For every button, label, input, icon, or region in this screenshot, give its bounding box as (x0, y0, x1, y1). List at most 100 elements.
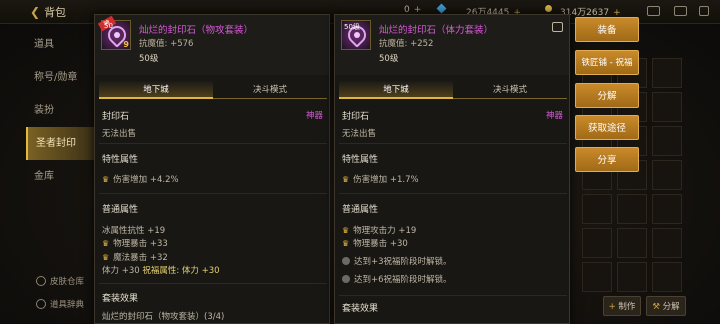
settings-icon[interactable] (699, 6, 709, 16)
item-tooltip-left: 50 神 9 灿烂的封印石（物攻套装） 抗魔值: +576 50级 地下城 决斗… (94, 14, 330, 324)
nav-item-props[interactable]: 道具 (26, 28, 96, 61)
mode-tabs: 地下城 决斗模式 (339, 81, 567, 99)
item-grade: 神器 (545, 111, 563, 121)
divider (339, 143, 567, 144)
item-stat: 抗魔值: +576 (139, 39, 194, 49)
inventory-slot[interactable] (652, 228, 682, 258)
nav-item-costume[interactable]: 装扮 (26, 94, 96, 127)
inventory-slot[interactable] (582, 194, 612, 224)
common-stat: ♛ 物理暴击 +33 (102, 237, 168, 249)
special-stat: ♛ 伤害增加 +4.2% (102, 173, 179, 185)
inventory-slot[interactable] (652, 194, 682, 224)
locked-stat-text: 达到+3祝福阶段时解锁。 (354, 257, 452, 267)
common-title: 普通属性 (342, 205, 379, 215)
blacksmith-bless-button[interactable]: 铁匠铺 - 祝福 (575, 50, 639, 75)
item-type: 封印石 (342, 112, 370, 122)
set-title: 套装效果 (102, 294, 139, 304)
bulk-decompose-label: 分解 (662, 302, 680, 312)
skin-storage-link[interactable]: 皮肤仓库 (36, 275, 84, 287)
tooltip-header: 50级 灿烂的封印石（体力套装） 抗魔值: +252 50级 (335, 15, 569, 75)
nav-item-titles[interactable]: 称号/勋章 (26, 61, 96, 94)
menu-icon[interactable] (674, 6, 687, 16)
seal-stone-icon: 50 神 9 (97, 15, 131, 50)
tab-pvp[interactable]: 决斗模式 (453, 81, 567, 99)
inventory-slot[interactable] (617, 228, 647, 258)
level-badge: 50 (104, 22, 113, 30)
inventory-screen: ❮ 背包 0 + 26万4445 + 314万2637 + 道具 称号/勋章 装扮 圣者… (0, 0, 720, 324)
lock-icon (342, 257, 350, 265)
divider (99, 143, 327, 144)
nav-item-seal[interactable]: 圣者封印 (26, 127, 96, 160)
common-stat: ♛ 物理暴击 +30 (342, 237, 408, 249)
inventory-slot[interactable] (652, 262, 682, 292)
inventory-slot[interactable] (617, 262, 647, 292)
item-dictionary-link[interactable]: 道具辞典 (36, 298, 84, 310)
decompose-button[interactable]: 分解 (575, 83, 639, 108)
inventory-slot[interactable] (652, 92, 682, 122)
upgrade-badge: 9 (123, 40, 129, 49)
inventory-slot[interactable] (582, 262, 612, 292)
item-type: 封印石 (102, 112, 130, 122)
special-stat-text: 伤害增加 +4.2% (113, 175, 179, 185)
get-source-button[interactable]: 获取途径 (575, 115, 639, 140)
item-stat: 抗魔值: +252 (379, 39, 434, 49)
blessing-stat: 体力 +30 祝福属性: 体力 +30 (102, 264, 220, 276)
tab-dungeon[interactable]: 地下城 (99, 81, 213, 99)
tooltip-header: 50 神 9 灿烂的封印石（物攻套装） 抗魔值: +576 50级 (95, 15, 329, 75)
trade-info: 无法出售 (102, 129, 137, 139)
common-stat: 冰属性抗性 +19 (102, 226, 166, 236)
trade-info: 无法出售 (342, 129, 377, 139)
mode-tabs: 地下城 决斗模式 (99, 81, 327, 99)
blessing-main: 祝福属性: 体力 +30 (142, 266, 220, 276)
craft-button[interactable]: + 制作 (603, 296, 641, 316)
share-icon[interactable] (552, 22, 563, 32)
item-grade: 神器 (305, 111, 323, 121)
common-stat: ♛ 物理攻击力 +19 (342, 224, 416, 236)
tab-dungeon[interactable]: 地下城 (339, 81, 453, 99)
lock-icon (342, 275, 350, 283)
crown-icon: ♛ (102, 175, 110, 184)
special-stat-text: 伤害增加 +1.7% (353, 175, 419, 185)
mail-icon[interactable] (647, 6, 660, 16)
set-title: 套装效果 (342, 304, 379, 314)
tab-pvp[interactable]: 决斗模式 (213, 81, 327, 99)
divider (339, 295, 567, 296)
locked-stat: 达到+3祝福阶段时解锁。 (342, 255, 452, 267)
crown-icon: ♛ (102, 253, 110, 262)
bulk-decompose-button[interactable]: ⚒ 分解 (646, 296, 686, 316)
common-title: 普通属性 (102, 205, 139, 215)
inventory-slot[interactable] (652, 160, 682, 190)
common-stat-text: 物理暴击 +33 (113, 239, 168, 249)
nav-item-vault[interactable]: 金库 (26, 160, 96, 193)
inventory-slot[interactable] (652, 126, 682, 156)
crown-icon: ♛ (102, 239, 110, 248)
inventory-slot[interactable] (582, 228, 612, 258)
special-stat: ♛ 伤害增加 +1.7% (342, 173, 419, 185)
back-arrow-icon: ❮ (30, 5, 41, 19)
item-name: 灿烂的封印石（物攻套装） (139, 25, 254, 36)
inventory-slot[interactable] (617, 194, 647, 224)
blessing-prefix: 体力 +30 (102, 266, 140, 276)
dictionary-icon (36, 299, 46, 309)
common-stat: ♛ 魔法暴击 +32 (102, 251, 168, 263)
crown-icon: ♛ (342, 175, 350, 184)
craft-label: 制作 (618, 302, 636, 312)
divider (339, 193, 567, 194)
category-sidebar: 道具 称号/勋章 装扮 圣者封印 金库 (26, 28, 96, 193)
level-badge: 50级 (344, 23, 360, 31)
special-title: 特性属性 (102, 155, 139, 165)
back-button[interactable]: ❮ 背包 (30, 4, 66, 20)
equip-button[interactable]: 装备 (575, 17, 639, 42)
hammer-icon: ⚒ (652, 302, 663, 312)
crown-icon: ♛ (342, 226, 350, 235)
seal-stone-icon: 50级 (341, 20, 371, 50)
back-label: 背包 (44, 6, 67, 19)
crown-icon: ♛ (342, 239, 350, 248)
inventory-slot[interactable] (652, 58, 682, 88)
item-tooltip-right: 50级 灿烂的封印石（体力套装） 抗魔值: +252 50级 地下城 决斗模式 … (334, 14, 570, 324)
plus-icon: + (608, 302, 619, 312)
skin-storage-label: 皮肤仓库 (50, 277, 85, 287)
share-button[interactable]: 分享 (575, 147, 639, 172)
item-level: 50级 (379, 54, 399, 64)
locked-stat: 达到+6祝福阶段时解锁。 (342, 273, 452, 285)
